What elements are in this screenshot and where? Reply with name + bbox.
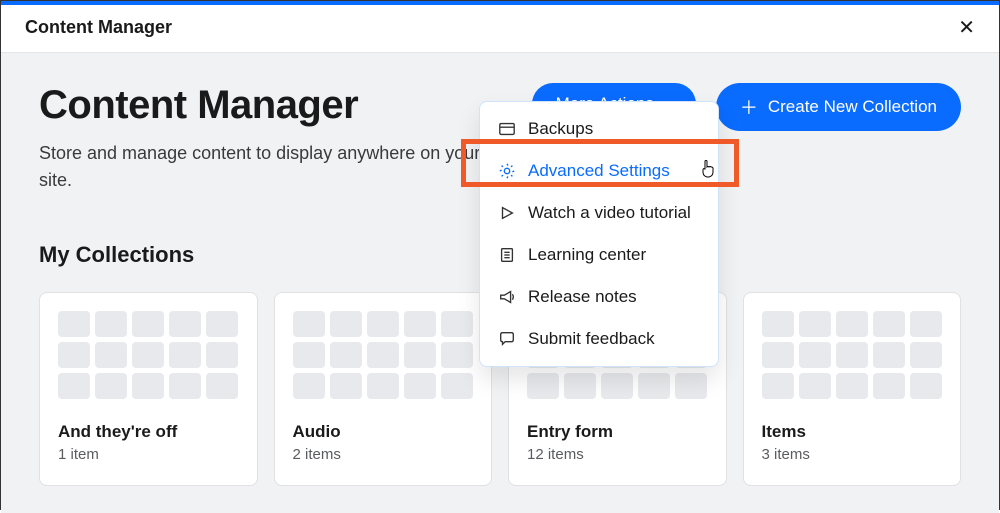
card-subtitle: 1 item bbox=[58, 446, 239, 463]
dropdown-item-label: Release notes bbox=[528, 287, 637, 307]
plus-icon: ＋ bbox=[740, 94, 758, 120]
dropdown-learning[interactable]: Learning center bbox=[480, 234, 718, 276]
card-thumbnail bbox=[762, 311, 943, 399]
create-collection-button[interactable]: ＋ Create New Collection bbox=[716, 83, 961, 131]
header-bar: Content Manager ✕ bbox=[1, 5, 999, 53]
dropdown-backups[interactable]: Backups bbox=[480, 108, 718, 150]
card-subtitle: 3 items bbox=[762, 446, 943, 463]
close-icon[interactable]: ✕ bbox=[958, 18, 975, 38]
page-title: Content Manager bbox=[39, 83, 512, 128]
dropdown-advanced-settings[interactable]: Advanced Settings bbox=[480, 150, 718, 192]
collection-card[interactable]: Items 3 items bbox=[743, 292, 962, 486]
window-icon bbox=[498, 120, 516, 138]
dropdown-item-label: Watch a video tutorial bbox=[528, 203, 691, 223]
document-icon bbox=[498, 246, 516, 264]
header-title: Content Manager bbox=[25, 17, 172, 38]
dropdown-tutorial[interactable]: Watch a video tutorial bbox=[480, 192, 718, 234]
dropdown-item-label: Advanced Settings bbox=[528, 161, 670, 181]
more-actions-dropdown: Backups Advanced Settings Watch a video … bbox=[479, 101, 719, 367]
collection-card[interactable]: Audio 2 items bbox=[274, 292, 493, 486]
card-title: Entry form bbox=[527, 422, 708, 442]
dropdown-item-label: Submit feedback bbox=[528, 329, 655, 349]
dropdown-feedback[interactable]: Submit feedback bbox=[480, 318, 718, 360]
page-subtitle: Store and manage content to display anyw… bbox=[39, 140, 512, 194]
content-area: Content Manager Store and manage content… bbox=[1, 53, 999, 513]
card-subtitle: 12 items bbox=[527, 446, 708, 463]
card-title: Audio bbox=[293, 422, 474, 442]
card-subtitle: 2 items bbox=[293, 446, 474, 463]
card-title: And they're off bbox=[58, 422, 239, 442]
megaphone-icon bbox=[498, 288, 516, 306]
card-thumbnail bbox=[58, 311, 239, 399]
gear-icon bbox=[498, 162, 516, 180]
dropdown-item-label: Learning center bbox=[528, 245, 646, 265]
chat-icon bbox=[498, 330, 516, 348]
play-icon bbox=[498, 204, 516, 222]
create-collection-label: Create New Collection bbox=[768, 97, 937, 117]
collection-card[interactable]: And they're off 1 item bbox=[39, 292, 258, 486]
card-title: Items bbox=[762, 422, 943, 442]
card-thumbnail bbox=[293, 311, 474, 399]
dropdown-release-notes[interactable]: Release notes bbox=[480, 276, 718, 318]
dropdown-item-label: Backups bbox=[528, 119, 593, 139]
